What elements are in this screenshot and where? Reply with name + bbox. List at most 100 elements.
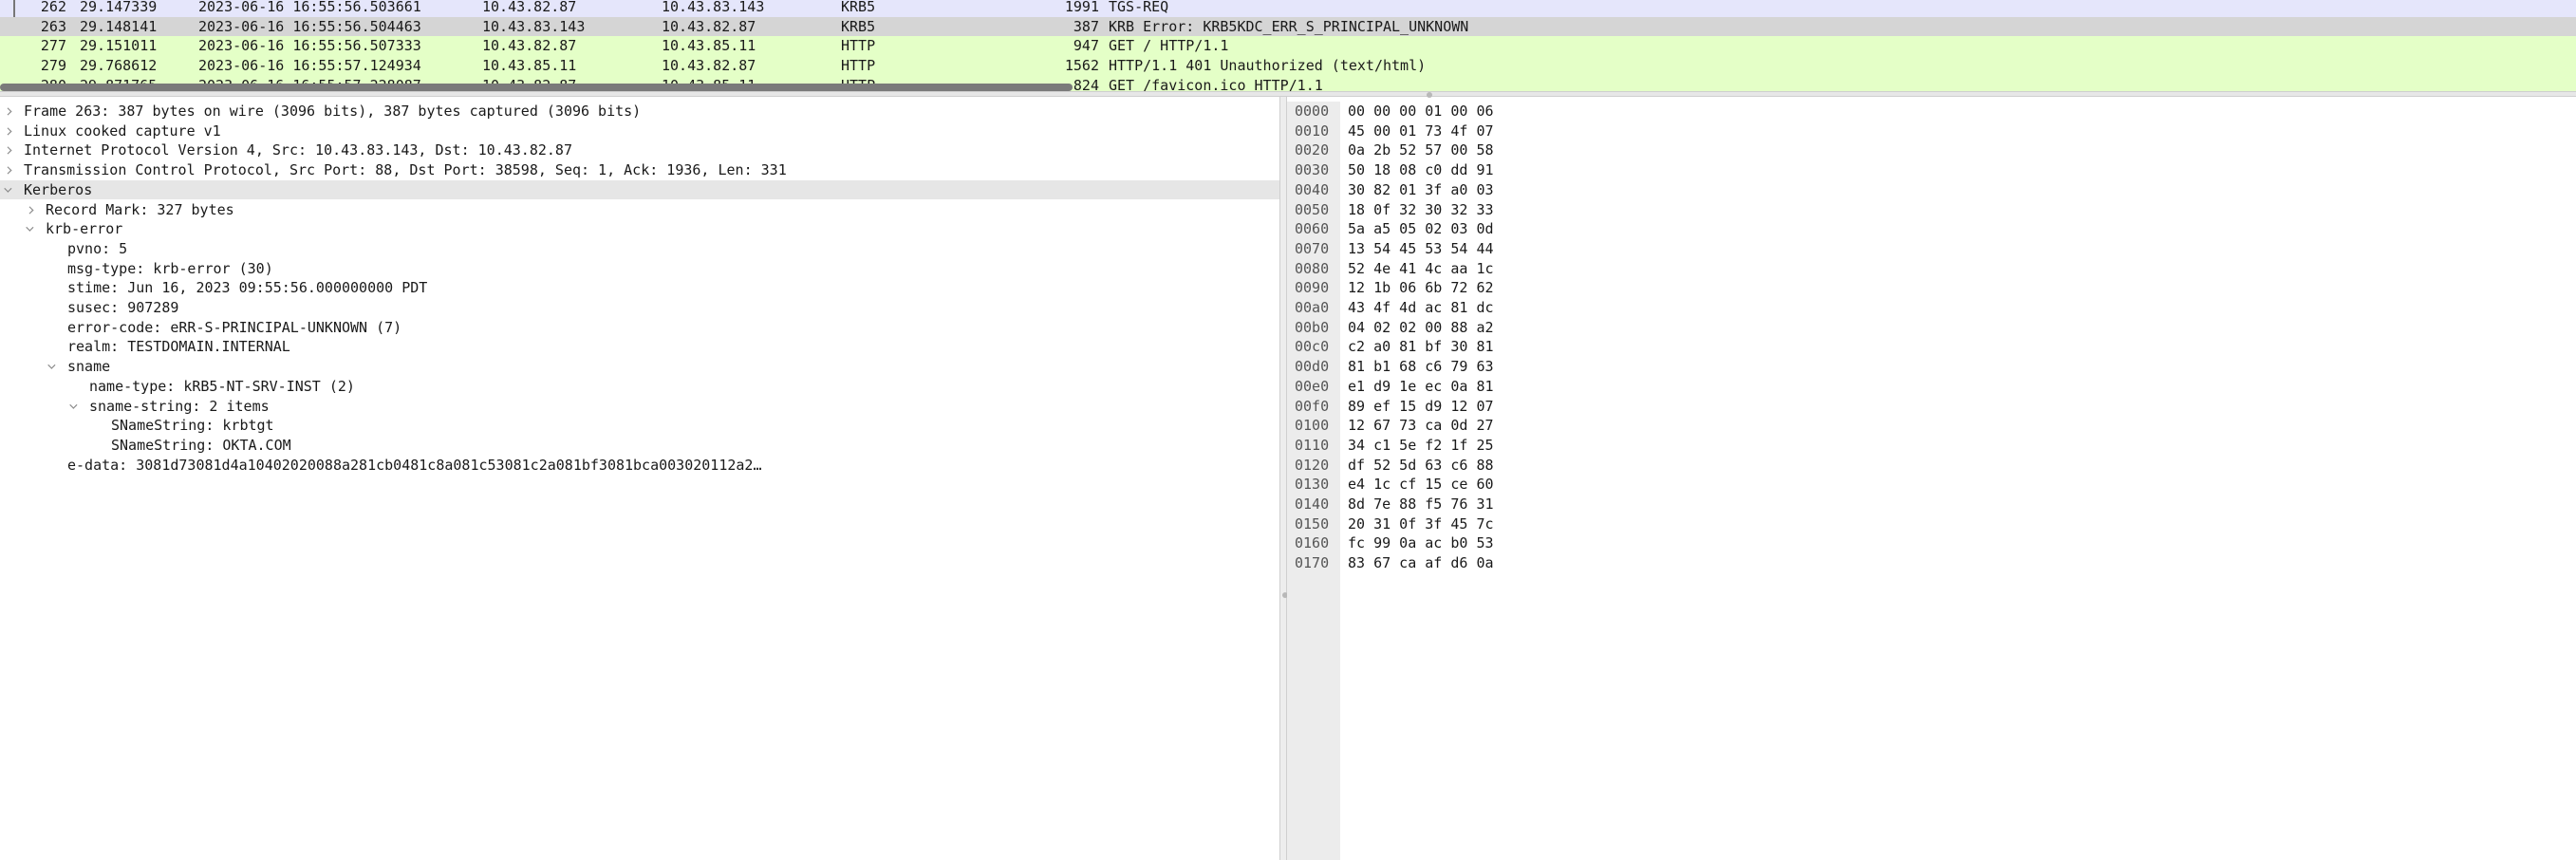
tree-row[interactable]: Frame 263: 387 bytes on wire (3096 bits)… — [0, 102, 1279, 122]
tree-row-label: pvno: 5 — [67, 239, 128, 257]
bytes-row[interactable]: 0080 52 4e 41 4c aa 1c — [1287, 259, 1634, 279]
bytes-row[interactable]: 0120 df 52 5d 63 c6 88 — [1287, 456, 1634, 476]
bytes-hex[interactable]: 52 4e 41 4c aa 1c — [1348, 259, 1494, 279]
tree-row[interactable]: realm: TESTDOMAIN.INTERNAL — [0, 337, 1279, 357]
chevron-down-icon[interactable] — [67, 397, 81, 408]
bytes-row[interactable]: 0070 13 54 45 53 54 44 — [1287, 239, 1634, 259]
tree-row[interactable]: susec: 907289 — [0, 298, 1279, 318]
tree-row[interactable]: SNameString: OKTA.COM — [0, 436, 1279, 456]
tree-row[interactable]: SNameString: krbtgt — [0, 416, 1279, 436]
bytes-hex[interactable]: fc 99 0a ac b0 53 — [1348, 533, 1494, 553]
bytes-hex[interactable]: 20 31 0f 3f 45 7c — [1348, 514, 1494, 534]
bytes-row[interactable]: 00c0 c2 a0 81 bf 30 81 — [1287, 337, 1634, 357]
bytes-row[interactable]: 00e0 e1 d9 1e ec 0a 81 — [1287, 377, 1634, 397]
chevron-down-icon[interactable] — [2, 180, 15, 192]
bytes-offset: 0030 — [1295, 161, 1330, 179]
bytes-offset: 0160 — [1295, 534, 1330, 552]
pane-splitter-vertical[interactable] — [1279, 97, 1288, 860]
bytes-hex[interactable]: e4 1c cf 15 ce 60 — [1348, 475, 1494, 495]
bytes-row[interactable]: 0100 12 67 73 ca 0d 27 — [1287, 416, 1634, 436]
bytes-hex[interactable]: 00 00 00 01 00 06 — [1348, 102, 1494, 122]
bytes-hex[interactable]: 34 c1 5e f2 1f 25 — [1348, 436, 1494, 456]
chevron-right-icon[interactable] — [2, 160, 15, 172]
bytes-row[interactable]: 0050 18 0f 32 30 32 33 — [1287, 200, 1634, 220]
bytes-row[interactable]: 0150 20 31 0f 3f 45 7c — [1287, 514, 1634, 534]
bytes-hex[interactable]: 13 54 45 53 54 44 — [1348, 239, 1494, 259]
bytes-hex[interactable]: 18 0f 32 30 32 33 — [1348, 200, 1494, 220]
tree-row[interactable]: Linux cooked capture v1 — [0, 122, 1279, 141]
bytes-hex[interactable]: 81 b1 68 c6 79 63 — [1348, 357, 1494, 377]
bytes-row[interactable]: 0160 fc 99 0a ac b0 53 — [1287, 533, 1634, 553]
bytes-hex[interactable]: e1 d9 1e ec 0a 81 — [1348, 377, 1494, 397]
bytes-hex[interactable]: 83 67 ca af d6 0a — [1348, 553, 1494, 573]
bytes-hex[interactable]: 12 67 73 ca 0d 27 — [1348, 416, 1494, 436]
bytes-offset: 0110 — [1295, 436, 1330, 454]
bytes-row[interactable]: 0030 50 18 08 c0 dd 91 — [1287, 160, 1634, 180]
bytes-row[interactable]: 0020 0a 2b 52 57 00 58 — [1287, 140, 1634, 160]
tree-row[interactable]: stime: Jun 16, 2023 09:55:56.000000000 P… — [0, 278, 1279, 298]
bytes-row[interactable]: 0140 8d 7e 88 f5 76 31 — [1287, 495, 1634, 514]
bytes-row[interactable]: 0170 83 67 ca af d6 0a — [1287, 553, 1634, 573]
packet-cell-time: 29.151011 — [80, 37, 158, 55]
bytes-offset: 0150 — [1295, 514, 1330, 533]
packet-cell-info: KRB Error: KRB5KDC_ERR_S_PRINCIPAL_UNKNO… — [1109, 17, 1469, 35]
bytes-hex[interactable]: 50 18 08 c0 dd 91 — [1348, 160, 1494, 180]
horizontal-scrollbar[interactable] — [0, 84, 1073, 91]
bytes-row[interactable]: 0130 e4 1c cf 15 ce 60 — [1287, 475, 1634, 495]
bytes-hex[interactable]: 8d 7e 88 f5 76 31 — [1348, 495, 1494, 514]
chevron-right-icon[interactable] — [2, 140, 15, 152]
packet-cell-no: 277 — [40, 37, 66, 55]
bytes-hex[interactable]: 0a 2b 52 57 00 58 — [1348, 140, 1494, 160]
packet-row-selected[interactable]: 263 29.148141 2023-06-16 16:55:56.504463 10… — [0, 16, 2576, 37]
bytes-hex[interactable]: 04 02 02 00 88 a2 — [1348, 318, 1494, 338]
packet-cell-dst: 10.43.83.143 — [662, 0, 765, 15]
tree-row[interactable]: msg-type: krb-error (30) — [0, 259, 1279, 279]
packet-bytes-pane[interactable]: 0000 00 00 00 01 00 06 0010 45 00 01 73 4f … — [1287, 102, 2576, 860]
tree-row[interactable]: pvno: 5 — [0, 239, 1279, 259]
bytes-hex[interactable]: 89 ef 15 d9 12 07 — [1348, 397, 1494, 417]
tree-row[interactable]: Kerberos — [0, 179, 1279, 200]
chevron-right-icon[interactable] — [2, 122, 15, 133]
tree-row[interactable]: sname-string: 2 items — [0, 397, 1279, 417]
bytes-row[interactable]: 00d0 81 b1 68 c6 79 63 — [1287, 357, 1634, 377]
packet-cell-dst: 10.43.82.87 — [662, 57, 756, 75]
bytes-row[interactable]: 0010 45 00 01 73 4f 07 — [1287, 122, 1634, 141]
chevron-down-icon[interactable] — [24, 219, 37, 231]
bytes-hex[interactable]: 5a a5 05 02 03 0d — [1348, 219, 1494, 239]
bytes-hex[interactable]: 43 4f 4d ac 81 dc — [1348, 298, 1494, 318]
packet-cell-src: 10.43.82.87 — [482, 0, 577, 15]
bytes-offset: 0070 — [1295, 239, 1330, 257]
bytes-row[interactable]: 0110 34 c1 5e f2 1f 25 — [1287, 436, 1634, 456]
tree-row[interactable]: error-code: eRR-S-PRINCIPAL-UNKNOWN (7) — [0, 318, 1279, 338]
tree-row[interactable]: Record Mark: 327 bytes — [0, 200, 1279, 220]
tree-row[interactable]: krb-error — [0, 219, 1279, 239]
packet-row[interactable]: 277 29.151011 2023-06-16 16:55:56.507333 10… — [0, 36, 2576, 57]
bytes-row[interactable]: 0090 12 1b 06 6b 72 62 — [1287, 278, 1634, 298]
bytes-hex[interactable]: c2 a0 81 bf 30 81 — [1348, 337, 1494, 357]
bytes-hex[interactable]: 12 1b 06 6b 72 62 — [1348, 278, 1494, 298]
bytes-offset: 0090 — [1295, 279, 1330, 297]
chevron-right-icon[interactable] — [24, 200, 37, 212]
packet-cell-dst: 10.43.82.87 — [662, 17, 756, 35]
tree-row[interactable]: e-data: 3081d73081d4a10402020088a281cb04… — [0, 456, 1279, 476]
bytes-row[interactable]: 00a0 43 4f 4d ac 81 dc — [1287, 298, 1634, 318]
tree-row[interactable]: Internet Protocol Version 4, Src: 10.43.… — [0, 140, 1279, 160]
packet-details-pane[interactable]: Frame 263: 387 bytes on wire (3096 bits)… — [0, 102, 1279, 860]
pane-splitter-horizontal[interactable] — [0, 91, 2576, 98]
chevron-down-icon[interactable] — [46, 357, 59, 368]
bytes-hex[interactable]: 45 00 01 73 4f 07 — [1348, 122, 1494, 141]
bytes-row[interactable]: 00f0 89 ef 15 d9 12 07 — [1287, 397, 1634, 417]
bytes-row[interactable]: 00b0 04 02 02 00 88 a2 — [1287, 318, 1634, 338]
bytes-row[interactable]: 0000 00 00 00 01 00 06 — [1287, 102, 1634, 122]
bytes-row[interactable]: 0040 30 82 01 3f a0 03 — [1287, 180, 1634, 200]
bytes-hex[interactable]: 30 82 01 3f a0 03 — [1348, 180, 1494, 200]
tree-row[interactable]: Transmission Control Protocol, Src Port:… — [0, 160, 1279, 180]
bytes-hex[interactable]: df 52 5d 63 c6 88 — [1348, 456, 1494, 476]
packet-row[interactable]: 262 29.147339 2023-06-16 16:55:56.503661 10… — [0, 0, 2576, 31]
tree-row[interactable]: name-type: kRB5-NT-SRV-INST (2) — [0, 377, 1279, 397]
chevron-right-icon[interactable] — [2, 102, 15, 113]
packet-list-pane[interactable]: 24729.1402322023-06-16 16:55:56.50243410… — [0, 0, 2576, 91]
packet-row[interactable]: 279 29.768612 2023-06-16 16:55:57.124934 10… — [0, 56, 2576, 76]
tree-row[interactable]: sname — [0, 357, 1279, 377]
bytes-row[interactable]: 0060 5a a5 05 02 03 0d — [1287, 219, 1634, 239]
